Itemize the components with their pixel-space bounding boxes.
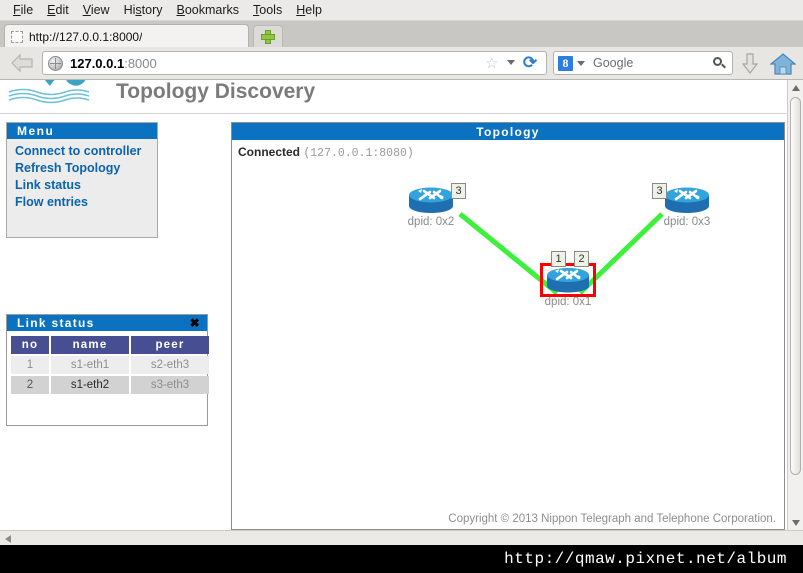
scrollbar-thumb[interactable] bbox=[790, 97, 801, 475]
menu-history[interactable]: History bbox=[117, 2, 170, 18]
cell-peer: s3-eth3 bbox=[131, 376, 209, 394]
node-dpid-s1: dpid: 0x1 bbox=[544, 296, 592, 308]
tab-favicon-placeholder-icon bbox=[11, 30, 23, 43]
topology-panel-title: Topology bbox=[232, 123, 784, 140]
connection-status: Connected (127.0.0.1:8080) bbox=[238, 145, 414, 160]
menu-item-flow-entries[interactable]: Flow entries bbox=[15, 194, 157, 211]
menu-view[interactable]: View bbox=[76, 2, 117, 18]
search-input[interactable]: Google bbox=[593, 56, 713, 70]
horizontal-scrollbar[interactable] bbox=[0, 530, 803, 545]
menu-bookmarks[interactable]: Bookmarks bbox=[170, 2, 247, 18]
globe-icon bbox=[48, 55, 63, 71]
ryu-logo-icon bbox=[8, 80, 90, 104]
plus-icon bbox=[261, 30, 275, 44]
node-dpid-s2: dpid: 0x2 bbox=[407, 216, 455, 228]
ryu-logo bbox=[6, 80, 102, 108]
back-button[interactable] bbox=[8, 52, 38, 74]
search-engine-dropdown-icon[interactable] bbox=[577, 60, 585, 66]
topology-node-s2[interactable]: 3 dpid: 0x2 bbox=[404, 183, 466, 228]
page-title: Topology Discovery bbox=[116, 80, 316, 103]
search-icon[interactable] bbox=[713, 56, 726, 70]
address-bar[interactable]: 127.0.0.1:8000 bbox=[42, 51, 547, 75]
table-row[interactable]: 1 s1-eth1 s2-eth3 bbox=[11, 356, 209, 374]
port-label-s1-1[interactable]: 1 bbox=[551, 251, 566, 267]
home-button[interactable] bbox=[769, 52, 797, 76]
switch-icon bbox=[540, 263, 596, 297]
reload-icon[interactable]: ⟳ bbox=[521, 54, 539, 72]
scroll-left-icon[interactable] bbox=[1, 532, 14, 545]
table-row[interactable]: 2 s1-eth2 s3-eth3 bbox=[11, 376, 209, 394]
menu-list: Connect to controller Refresh Topology L… bbox=[7, 139, 157, 211]
new-tab-button[interactable] bbox=[253, 25, 283, 48]
scroll-down-icon[interactable] bbox=[788, 515, 803, 530]
menu-edit[interactable]: Edit bbox=[40, 2, 76, 18]
switch-icon bbox=[406, 185, 456, 215]
home-icon bbox=[769, 53, 797, 75]
browser-window: FFileile Edit View History Bookmarks Too… bbox=[0, 0, 803, 545]
page-viewport: Topology Discovery Menu Connect to contr… bbox=[0, 80, 803, 545]
page-header: Topology Discovery bbox=[0, 80, 787, 114]
scroll-up-icon[interactable] bbox=[788, 80, 803, 95]
topology-panel: Topology Connected (127.0.0.1:8080) 3 dp… bbox=[231, 122, 785, 530]
menu-panel: Menu Connect to controller Refresh Topol… bbox=[6, 122, 158, 238]
tab-strip: http://127.0.0.1:8000/ bbox=[0, 20, 803, 48]
menu-item-connect-to-controller[interactable]: Connect to controller bbox=[15, 143, 157, 160]
link-status-title-text: Link status bbox=[17, 316, 95, 330]
downloads-button[interactable] bbox=[740, 53, 760, 75]
link-status-panel: Link status ✖ no name peer 1 s1-eth1 s2-… bbox=[6, 314, 211, 426]
column-header-name: name bbox=[51, 336, 129, 354]
browser-menubar: FFileile Edit View History Bookmarks Too… bbox=[0, 0, 803, 20]
topology-node-s1[interactable]: 1 2 dpid: 0x1 bbox=[540, 251, 596, 308]
copyright-text: Copyright © 2013 Nippon Telegraph and Te… bbox=[448, 513, 776, 525]
watermark-bar: http://qmaw.pixnet.net/album bbox=[0, 545, 803, 573]
cell-no: 1 bbox=[11, 356, 49, 374]
address-host: 127.0.0.1 bbox=[70, 55, 125, 71]
link-status-panel-title: Link status ✖ bbox=[7, 315, 207, 331]
bookmark-star-icon[interactable]: ☆ bbox=[485, 56, 498, 71]
close-icon[interactable]: ✖ bbox=[190, 316, 201, 330]
table-header-row: no name peer bbox=[11, 336, 209, 354]
port-label-s1-2[interactable]: 2 bbox=[574, 251, 589, 267]
column-header-no: no bbox=[11, 336, 49, 354]
cell-peer: s2-eth3 bbox=[131, 356, 209, 374]
topology-canvas[interactable]: 3 dpid: 0x2 3 dpid: 0x3 1 2 dpid: 0x1 bbox=[232, 159, 784, 529]
navigation-toolbar: 127.0.0.1:8000 ☆ ⟳ 8 Google bbox=[0, 47, 803, 80]
cell-no: 2 bbox=[11, 376, 49, 394]
address-dropdown-icon[interactable] bbox=[507, 60, 515, 65]
menu-item-link-status[interactable]: Link status bbox=[15, 177, 157, 194]
column-header-peer: peer bbox=[131, 336, 209, 354]
topology-node-s3[interactable]: 3 dpid: 0x3 bbox=[652, 183, 714, 228]
cell-name: s1-eth2 bbox=[51, 376, 129, 394]
watermark-text: http://qmaw.pixnet.net/album bbox=[504, 550, 787, 568]
google-logo-icon: 8 bbox=[558, 55, 573, 71]
vertical-scrollbar[interactable] bbox=[787, 80, 803, 545]
menu-panel-title: Menu bbox=[7, 123, 157, 139]
menu-tools[interactable]: Tools bbox=[246, 2, 289, 18]
menu-file[interactable]: FFileile bbox=[6, 2, 40, 18]
menu-help[interactable]: Help bbox=[289, 2, 329, 18]
tab-title: http://127.0.0.1:8000/ bbox=[29, 29, 143, 44]
download-arrow-icon bbox=[741, 53, 759, 74]
cell-name: s1-eth1 bbox=[51, 356, 129, 374]
port-label-s2-3[interactable]: 3 bbox=[451, 183, 466, 199]
switch-icon bbox=[662, 185, 712, 215]
port-label-s3-3[interactable]: 3 bbox=[652, 183, 667, 199]
link-status-table: no name peer 1 s1-eth1 s2-eth3 2 s1-eth2… bbox=[9, 334, 211, 396]
node-dpid-s3: dpid: 0x3 bbox=[663, 216, 711, 228]
menu-item-refresh-topology[interactable]: Refresh Topology bbox=[15, 160, 157, 177]
search-bar[interactable]: 8 Google bbox=[553, 51, 733, 75]
address-port: :8000 bbox=[124, 55, 157, 71]
back-arrow-icon bbox=[11, 53, 33, 73]
connection-status-label: Connected bbox=[238, 145, 301, 159]
browser-tab[interactable]: http://127.0.0.1:8000/ bbox=[4, 24, 249, 48]
